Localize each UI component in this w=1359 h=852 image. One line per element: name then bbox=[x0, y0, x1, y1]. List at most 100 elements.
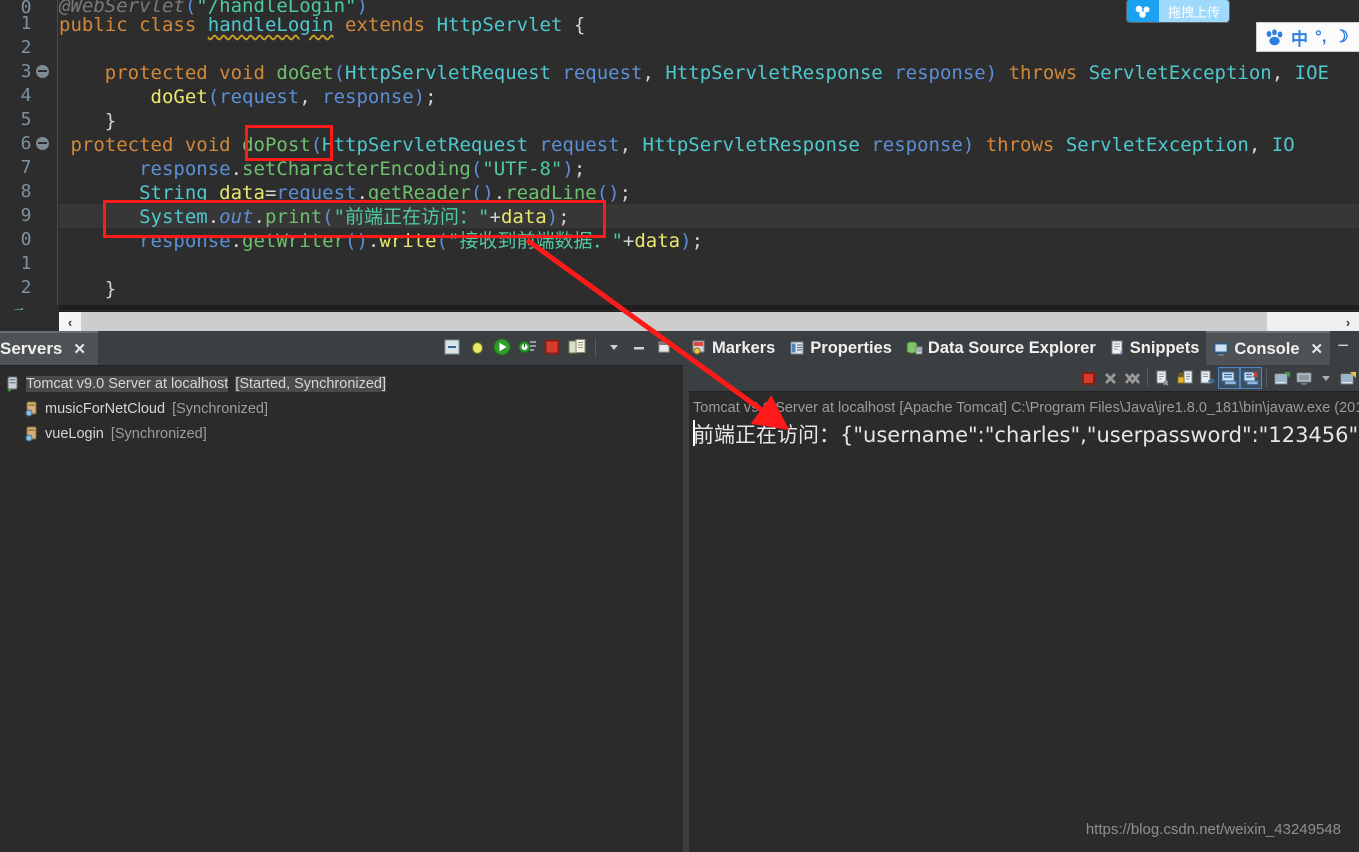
type-response: HttpServletResponse bbox=[665, 62, 883, 84]
keyword-void: void bbox=[219, 62, 265, 84]
server-icon bbox=[7, 376, 18, 392]
tab-servers[interactable]: Servers ✕ bbox=[0, 331, 98, 365]
pin-console-icon[interactable] bbox=[1218, 367, 1240, 389]
restore-editor-icon[interactable] bbox=[10, 307, 26, 310]
maximize-icon[interactable] bbox=[653, 336, 675, 358]
tab-data-source-explorer-label: Data Source Explorer bbox=[927, 338, 1096, 357]
var-request: request bbox=[276, 182, 357, 204]
editor-corner bbox=[0, 305, 59, 310]
fold-collapse-icon[interactable] bbox=[36, 137, 49, 150]
watermark: https://blog.csdn.net/weixin_43249548 bbox=[1085, 821, 1341, 838]
toolbar-separator bbox=[1147, 369, 1148, 387]
line-number: 3 bbox=[20, 61, 32, 82]
display-selected-console-icon[interactable] bbox=[1240, 367, 1262, 389]
chinese-mode-icon[interactable]: 中 bbox=[1291, 25, 1308, 50]
console-minimize-icon[interactable]: − bbox=[1337, 335, 1349, 358]
code-editor[interactable]: 0 1 2 3 4 5 6 7 8 9 0 1 2 @WebServlet("/… bbox=[0, 0, 1359, 310]
type-response: HttpServletResponse bbox=[642, 134, 860, 156]
remove-launch-icon[interactable] bbox=[1099, 367, 1121, 389]
markers-icon bbox=[692, 340, 705, 355]
show-on-output-icon[interactable] bbox=[1196, 367, 1218, 389]
code-text-area[interactable]: @WebServlet("/handleLogin") public class… bbox=[59, 0, 1359, 310]
string-utf8: "UTF-8" bbox=[482, 158, 563, 180]
toolbar-separator bbox=[595, 338, 596, 356]
tab-servers-label: Servers bbox=[0, 339, 63, 358]
param-response: response bbox=[894, 62, 986, 84]
editor-gutter[interactable]: 0 1 2 3 4 5 6 7 8 9 0 1 2 bbox=[0, 0, 58, 310]
open-console-icon[interactable] bbox=[1271, 367, 1293, 389]
module-icon bbox=[25, 426, 37, 442]
line-number: 1 bbox=[20, 13, 32, 34]
method-readline: readLine bbox=[505, 182, 597, 204]
open-view-icon[interactable] bbox=[1337, 367, 1359, 389]
param-response: response bbox=[871, 134, 963, 156]
dropdown-icon[interactable] bbox=[1315, 367, 1337, 389]
remove-all-launches-icon[interactable] bbox=[1121, 367, 1143, 389]
editor-bottom-strip bbox=[59, 305, 1359, 310]
class-name: handleLogin bbox=[207, 14, 334, 36]
tab-console[interactable]: Console ✕ bbox=[1206, 331, 1331, 365]
line-number: 9 bbox=[20, 205, 32, 226]
stop-server-icon[interactable] bbox=[541, 336, 563, 358]
collapse-all-icon[interactable] bbox=[441, 336, 463, 358]
terminate-icon[interactable] bbox=[1077, 367, 1099, 389]
method-write: write bbox=[379, 230, 437, 252]
close-icon[interactable]: ✕ bbox=[73, 340, 86, 358]
keyword-protected: protected bbox=[70, 134, 174, 156]
editor-horizontal-scrollbar[interactable]: ‹ › bbox=[59, 311, 1359, 332]
tab-properties-label: Properties bbox=[810, 338, 892, 357]
fold-collapse-icon[interactable] bbox=[36, 65, 49, 78]
module-name: musicForNetCloud bbox=[45, 401, 166, 417]
new-console-view-icon[interactable] bbox=[1293, 367, 1315, 389]
upload-widget[interactable]: 拖拽上传 bbox=[1127, 0, 1230, 22]
moon-icon[interactable]: ☽ bbox=[1334, 27, 1349, 47]
debug-icon[interactable] bbox=[466, 336, 488, 358]
profile-server-icon[interactable] bbox=[516, 336, 538, 358]
servers-tabbar: Servers ✕ bbox=[0, 331, 683, 365]
clear-console-icon[interactable] bbox=[1152, 367, 1174, 389]
method-print: print bbox=[264, 206, 323, 228]
scroll-left-arrow[interactable]: ‹ bbox=[59, 312, 81, 332]
tab-data-source-explorer[interactable]: Data Source Explorer bbox=[899, 331, 1103, 365]
bottom-panel-area: Servers ✕ Tomcat v9.0 Server at localhos… bbox=[0, 331, 1359, 852]
scrollbar-thumb[interactable] bbox=[81, 312, 1267, 332]
var-response: response bbox=[139, 158, 231, 180]
code-line-5: } bbox=[104, 110, 117, 132]
start-server-icon[interactable] bbox=[491, 336, 513, 358]
type-servletexception: ServletException bbox=[1088, 62, 1272, 84]
publish-icon[interactable] bbox=[566, 336, 588, 358]
type-string: String bbox=[139, 182, 208, 204]
console-output-area[interactable]: Tomcat v9.0 Server at localhost [Apache … bbox=[689, 391, 1359, 852]
type-request: HttpServletRequest bbox=[322, 134, 529, 156]
properties-icon bbox=[790, 341, 804, 355]
servers-view: Servers ✕ Tomcat v9.0 Server at localhos… bbox=[0, 331, 683, 852]
keyword-public: public bbox=[59, 14, 128, 36]
eclipse-ide-window: 0 1 2 3 4 5 6 7 8 9 0 1 2 @WebServlet("/… bbox=[0, 0, 1359, 852]
lock-scroll-icon[interactable] bbox=[1174, 367, 1196, 389]
view-menu-icon[interactable] bbox=[603, 336, 625, 358]
arg-response: response bbox=[322, 86, 414, 108]
tab-markers[interactable]: Markers bbox=[684, 331, 782, 365]
tab-properties[interactable]: Properties bbox=[782, 331, 899, 365]
servers-tree[interactable]: Tomcat v9.0 Server at localhost [Started… bbox=[0, 365, 683, 852]
tree-row-module[interactable]: musicForNetCloud [Synchronized] bbox=[0, 399, 683, 419]
tree-row-module[interactable]: vueLogin [Synchronized] bbox=[0, 424, 683, 444]
punctuation-icon[interactable]: °, bbox=[1315, 27, 1327, 47]
tab-snippets[interactable]: Snippets bbox=[1103, 331, 1207, 365]
line-number: 2 bbox=[20, 37, 32, 58]
minimize-icon[interactable] bbox=[628, 336, 650, 358]
close-icon[interactable]: ✕ bbox=[1311, 340, 1324, 358]
arg-request: request bbox=[219, 86, 300, 108]
param-request: request bbox=[562, 62, 643, 84]
baidu-cloud-icon bbox=[1127, 0, 1159, 22]
ime-toolbar[interactable]: 中 °, ☽ bbox=[1256, 22, 1359, 52]
tree-row-server[interactable]: Tomcat v9.0 Server at localhost [Started… bbox=[0, 374, 683, 394]
type-ioexception: IO bbox=[1271, 134, 1295, 156]
code-line-8: String data=request.getReader().readLine… bbox=[139, 182, 632, 204]
console-tabbar: Markers Properties Data Source Explorer … bbox=[684, 331, 1359, 365]
scroll-right-arrow[interactable]: › bbox=[1337, 312, 1359, 332]
toolbar-separator bbox=[1266, 369, 1267, 387]
paw-icon[interactable] bbox=[1265, 28, 1284, 46]
datasource-icon bbox=[906, 341, 923, 355]
line-number: 1 bbox=[20, 253, 32, 274]
